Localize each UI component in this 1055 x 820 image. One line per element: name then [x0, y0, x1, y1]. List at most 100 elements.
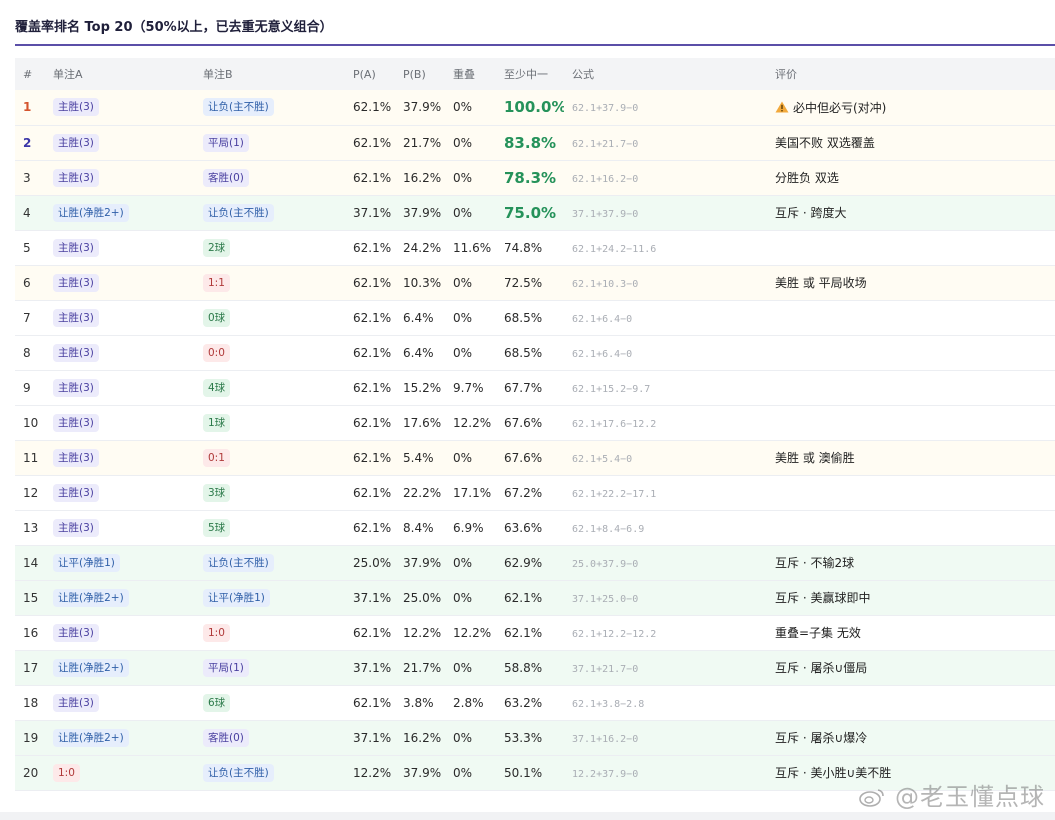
prob-a-value: 62.1%	[353, 135, 392, 150]
bet-b-tag[interactable]: 0:1	[203, 448, 230, 467]
comment-text: 互斥 · 美赢球即中	[775, 591, 871, 605]
comment-cell: 分胜负 双选	[767, 160, 1055, 196]
bet-b-tag[interactable]: 6球	[203, 693, 231, 712]
rank-cell: 18	[15, 685, 45, 721]
table-row[interactable]: 6 主胜(3) 1:1 62.1% 10.3% 0% 72.5% 62.1+10.3−0 美胜 …	[15, 265, 1055, 301]
bet-b-tag[interactable]: 0球	[203, 308, 231, 327]
coverage-cell: 67.2%	[496, 475, 564, 511]
bet-a-tag[interactable]: 主胜(3)	[53, 413, 99, 432]
table-row[interactable]: 18 主胜(3) 6球 62.1% 3.8% 2.8% 63.2% 62.1+3.8−2.8	[15, 685, 1055, 721]
bet-b-tag[interactable]: 让平(净胜1)	[203, 588, 270, 607]
bet-a-tag[interactable]: 让胜(净胜2+)	[53, 203, 129, 222]
table-row[interactable]: 4 让胜(净胜2+) 让负(主不胜) 37.1% 37.9% 0% 75.0% 37.1+37…	[15, 195, 1055, 231]
prob-b-value: 8.4%	[403, 520, 434, 535]
table-row[interactable]: 8 主胜(3) 0:0 62.1% 6.4% 0% 68.5% 62.1+6.4−0	[15, 335, 1055, 371]
coverage-cell: 83.8%	[496, 125, 564, 161]
bet-b-tag[interactable]: 4球	[203, 378, 231, 397]
bet-b-tag[interactable]: 平局(1)	[203, 133, 249, 152]
rank-cell: 7	[15, 300, 45, 336]
bet-b-cell: 让负(主不胜)	[195, 195, 345, 231]
table-row[interactable]: 5 主胜(3) 2球 62.1% 24.2% 11.6% 74.8% 62.1+24.2−11…	[15, 230, 1055, 266]
rank-number: 1	[23, 100, 32, 115]
bet-a-tag[interactable]: 主胜(3)	[53, 483, 99, 502]
rank-cell: 15	[15, 580, 45, 616]
bet-b-tag[interactable]: 让负(主不胜)	[203, 203, 274, 222]
comment-cell	[767, 335, 1055, 371]
bet-b-tag[interactable]: 1:1	[203, 273, 230, 292]
rank-cell: 1	[15, 90, 45, 126]
bet-b-tag[interactable]: 让负(主不胜)	[203, 763, 274, 782]
rank-number: 14	[23, 555, 39, 570]
prob-a-cell: 62.1%	[345, 440, 395, 476]
table-row[interactable]: 1 主胜(3) 让负(主不胜) 62.1% 37.9% 0% 100.0% 62.1+37.9…	[15, 90, 1055, 126]
prob-b-cell: 12.2%	[395, 615, 445, 651]
bet-b-tag[interactable]: 5球	[203, 518, 231, 537]
table-row[interactable]: 11 主胜(3) 0:1 62.1% 5.4% 0% 67.6% 62.1+5.4−0 美胜 或…	[15, 440, 1055, 476]
bet-b-tag[interactable]: 3球	[203, 483, 231, 502]
bet-a-tag[interactable]: 主胜(3)	[53, 133, 99, 152]
bet-a-tag[interactable]: 主胜(3)	[53, 378, 99, 397]
bet-a-tag[interactable]: 主胜(3)	[53, 308, 99, 327]
table-row[interactable]: 3 主胜(3) 客胜(0) 62.1% 16.2% 0% 78.3% 62.1+16.2−0 分…	[15, 160, 1055, 196]
table-row[interactable]: 2 主胜(3) 平局(1) 62.1% 21.7% 0% 83.8% 62.1+21.7−0 美…	[15, 125, 1055, 161]
bet-b-tag[interactable]: 客胜(0)	[203, 168, 249, 187]
bet-a-cell: 让胜(净胜2+)	[45, 195, 195, 231]
bet-b-tag[interactable]: 1:0	[203, 623, 230, 642]
bet-a-tag[interactable]: 主胜(3)	[53, 343, 99, 362]
formula-text: 62.1+6.4−0	[572, 313, 633, 325]
prob-b-cell: 17.6%	[395, 405, 445, 441]
bet-b-tag[interactable]: 1球	[203, 413, 231, 432]
prob-b-cell: 24.2%	[395, 230, 445, 266]
bet-a-tag[interactable]: 主胜(3)	[53, 693, 99, 712]
coverage-value: 53.3%	[504, 730, 543, 745]
table-row[interactable]: 16 主胜(3) 1:0 62.1% 12.2% 12.2% 62.1% 62.1+12.2−…	[15, 615, 1055, 651]
bet-a-cell: 主胜(3)	[45, 685, 195, 721]
bet-b-tag[interactable]: 让负(主不胜)	[203, 553, 274, 572]
table-row[interactable]: 7 主胜(3) 0球 62.1% 6.4% 0% 68.5% 62.1+6.4−0	[15, 300, 1055, 336]
bet-b-tag[interactable]: 客胜(0)	[203, 728, 249, 747]
rank-cell: 13	[15, 510, 45, 546]
bet-a-tag[interactable]: 让胜(净胜2+)	[53, 658, 129, 677]
bet-b-cell: 让平(净胜1)	[195, 580, 345, 616]
prob-b-cell: 37.9%	[395, 195, 445, 231]
bet-a-tag[interactable]: 主胜(3)	[53, 273, 99, 292]
formula-cell: 62.1+24.2−11.6	[564, 230, 767, 266]
overlap-cell: 0%	[445, 195, 496, 231]
comment-cell: 美胜 或 澳偷胜	[767, 440, 1055, 476]
table-row[interactable]: 10 主胜(3) 1球 62.1% 17.6% 12.2% 67.6% 62.1+17.6−1…	[15, 405, 1055, 441]
bet-b-tag[interactable]: 2球	[203, 238, 231, 257]
bet-a-tag[interactable]: 主胜(3)	[53, 238, 99, 257]
table-row[interactable]: 13 主胜(3) 5球 62.1% 8.4% 6.9% 63.6% 62.1+8.4−6.9	[15, 510, 1055, 546]
coverage-value: 68.5%	[504, 310, 543, 325]
table-row[interactable]: 14 让平(净胜1) 让负(主不胜) 25.0% 37.9% 0% 62.9% 25.0+37…	[15, 545, 1055, 581]
coverage-value: 67.2%	[504, 485, 543, 500]
bet-a-tag[interactable]: 主胜(3)	[53, 623, 99, 642]
comment-text: 美胜 或 澳偷胜	[775, 451, 855, 465]
table-row[interactable]: 12 主胜(3) 3球 62.1% 22.2% 17.1% 67.2% 62.1+22.2−1…	[15, 475, 1055, 511]
prob-b-cell: 21.7%	[395, 650, 445, 686]
coverage-cell: 75.0%	[496, 195, 564, 231]
bet-b-tag[interactable]: 0:0	[203, 343, 230, 362]
bet-a-tag[interactable]: 主胜(3)	[53, 448, 99, 467]
bet-a-tag[interactable]: 主胜(3)	[53, 168, 99, 187]
table-row[interactable]: 17 让胜(净胜2+) 平局(1) 37.1% 21.7% 0% 58.8% 37.1+21.…	[15, 650, 1055, 686]
bet-a-tag[interactable]: 主胜(3)	[53, 518, 99, 537]
bet-a-cell: 主胜(3)	[45, 335, 195, 371]
bet-a-tag[interactable]: 让胜(净胜2+)	[53, 728, 129, 747]
formula-cell: 62.1+16.2−0	[564, 160, 767, 196]
prob-a-value: 12.2%	[353, 765, 392, 780]
table-row[interactable]: 19 让胜(净胜2+) 客胜(0) 37.1% 16.2% 0% 53.3% 37.1+16.…	[15, 720, 1055, 756]
table-row[interactable]: 15 让胜(净胜2+) 让平(净胜1) 37.1% 25.0% 0% 62.1% 37.1+2…	[15, 580, 1055, 616]
table-row[interactable]: 9 主胜(3) 4球 62.1% 15.2% 9.7% 67.7% 62.1+15.2−9.7	[15, 370, 1055, 406]
bet-a-tag[interactable]: 让胜(净胜2+)	[53, 588, 129, 607]
prob-b-value: 16.2%	[403, 170, 442, 185]
bet-a-tag[interactable]: 让平(净胜1)	[53, 553, 120, 572]
comment-cell: 互斥 · 屠杀∪爆冷	[767, 720, 1055, 756]
bet-a-tag[interactable]: 主胜(3)	[53, 98, 99, 117]
bet-b-tag[interactable]: 平局(1)	[203, 658, 249, 677]
bet-a-tag[interactable]: 1:0	[53, 763, 80, 782]
formula-text: 62.1+15.2−9.7	[572, 383, 651, 395]
comment-cell	[767, 300, 1055, 336]
bet-b-tag[interactable]: 让负(主不胜)	[203, 98, 274, 117]
formula-text: 62.1+10.3−0	[572, 278, 639, 290]
